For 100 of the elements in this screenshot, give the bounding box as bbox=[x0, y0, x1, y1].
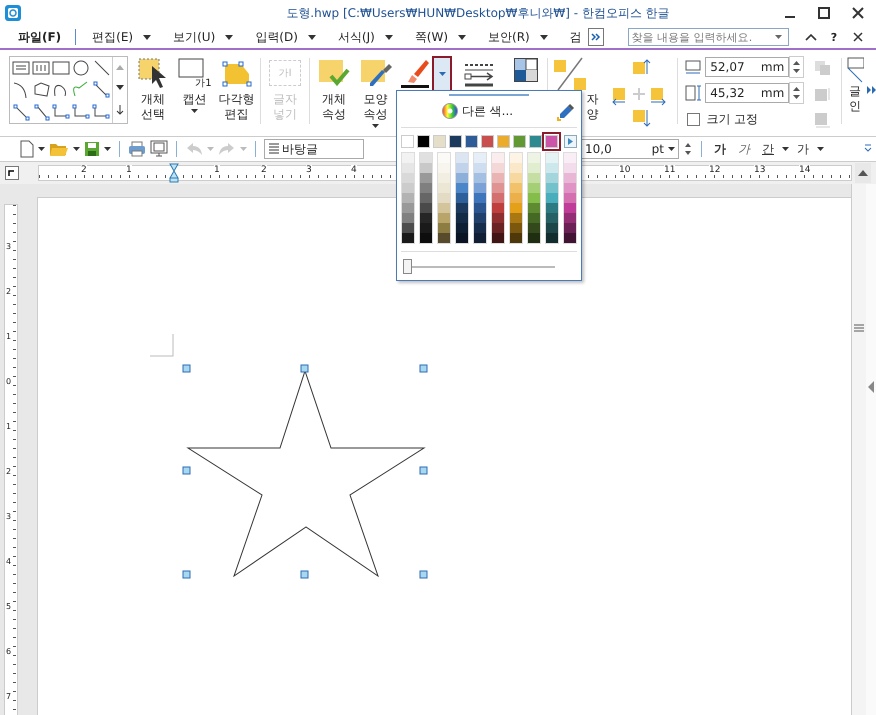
shade-swatch[interactable] bbox=[420, 213, 432, 223]
menu-item[interactable]: 보안(R) bbox=[482, 28, 536, 46]
shade-swatch[interactable] bbox=[492, 203, 504, 213]
color-swatch[interactable] bbox=[545, 135, 558, 148]
next-icon[interactable] bbox=[564, 135, 577, 148]
shade-swatch[interactable] bbox=[492, 233, 504, 243]
shade-swatch[interactable] bbox=[564, 203, 576, 213]
shade-swatch[interactable] bbox=[492, 183, 504, 193]
more-icon[interactable] bbox=[588, 28, 604, 46]
format-button[interactable]: 가 bbox=[793, 140, 813, 158]
shade-swatch[interactable] bbox=[456, 193, 468, 203]
shade-swatch[interactable] bbox=[420, 173, 432, 183]
shade-swatch[interactable] bbox=[456, 223, 468, 233]
shade-swatch[interactable] bbox=[510, 163, 522, 173]
side-tab-icon[interactable] bbox=[867, 380, 875, 392]
spinner-icon[interactable] bbox=[789, 82, 804, 104]
shade-swatch[interactable] bbox=[420, 183, 432, 193]
new-document-icon[interactable] bbox=[20, 140, 34, 158]
help-button[interactable]: ? bbox=[830, 30, 838, 44]
shade-swatch[interactable] bbox=[420, 203, 432, 213]
menu-item[interactable]: 서식(J) bbox=[332, 28, 381, 46]
menu-item[interactable]: 편집(E) bbox=[86, 28, 140, 46]
elbow-connector-icon[interactable] bbox=[92, 104, 110, 118]
shade-swatch[interactable] bbox=[474, 213, 486, 223]
resize-icon[interactable] bbox=[552, 56, 588, 92]
caret-icon[interactable] bbox=[143, 34, 152, 40]
selection-handle[interactable] bbox=[420, 570, 428, 578]
shade-swatch[interactable] bbox=[546, 163, 558, 173]
arc-icon[interactable] bbox=[14, 82, 26, 98]
elbow-connector-icon[interactable] bbox=[72, 104, 90, 118]
menu-item[interactable]: 쪽(W) bbox=[408, 28, 454, 46]
caret-icon[interactable] bbox=[38, 147, 45, 151]
shade-swatch[interactable] bbox=[456, 233, 468, 243]
shade-swatch[interactable] bbox=[438, 163, 450, 173]
selection-handle[interactable] bbox=[182, 466, 190, 474]
line-icon[interactable] bbox=[94, 60, 110, 76]
shade-swatch[interactable] bbox=[510, 233, 522, 243]
shade-swatch[interactable] bbox=[528, 233, 540, 243]
color-swatch[interactable] bbox=[433, 135, 446, 148]
connector-icon[interactable] bbox=[14, 104, 30, 120]
table-icon[interactable] bbox=[32, 62, 50, 74]
shade-swatch[interactable] bbox=[564, 233, 576, 243]
shade-swatch[interactable] bbox=[510, 203, 522, 213]
shade-swatch[interactable] bbox=[438, 233, 450, 243]
shade-swatch[interactable] bbox=[402, 153, 414, 163]
vertical-ruler[interactable]: 3 2 1 0 1 2 3 4 5 6 7 bbox=[4, 204, 18, 715]
shade-swatch[interactable] bbox=[474, 193, 486, 203]
close-icon[interactable] bbox=[853, 32, 864, 42]
more-icon[interactable] bbox=[867, 86, 876, 94]
ellipse-icon[interactable] bbox=[74, 60, 88, 76]
shade-swatch[interactable] bbox=[510, 173, 522, 183]
scroll-down-icon[interactable] bbox=[116, 84, 124, 90]
shade-swatch[interactable] bbox=[456, 203, 468, 213]
shade-swatch[interactable] bbox=[474, 163, 486, 173]
shade-swatch[interactable] bbox=[420, 233, 432, 243]
style-dropdown[interactable]: 바탕글 bbox=[264, 139, 364, 159]
shade-swatch[interactable] bbox=[546, 223, 558, 233]
shade-swatch[interactable] bbox=[438, 193, 450, 203]
selection-handle[interactable] bbox=[182, 364, 190, 372]
shade-swatch[interactable] bbox=[474, 183, 486, 193]
shade-swatch[interactable] bbox=[492, 173, 504, 183]
shade-swatch[interactable] bbox=[420, 163, 432, 173]
eyedropper-icon[interactable] bbox=[557, 103, 575, 121]
shade-swatch[interactable] bbox=[546, 193, 558, 203]
shade-swatch[interactable] bbox=[438, 153, 450, 163]
connector-icon[interactable] bbox=[94, 82, 110, 98]
format-button[interactable]: 가 bbox=[734, 140, 754, 158]
shade-swatch[interactable] bbox=[420, 153, 432, 163]
shade-swatch[interactable] bbox=[402, 183, 414, 193]
caret-icon[interactable] bbox=[104, 147, 111, 151]
caret-icon[interactable] bbox=[782, 147, 789, 151]
pencil-icon[interactable] bbox=[73, 82, 88, 96]
shade-swatch[interactable] bbox=[402, 233, 414, 243]
shade-swatch[interactable] bbox=[564, 163, 576, 173]
shade-swatch[interactable] bbox=[438, 223, 450, 233]
expand-icon[interactable] bbox=[116, 105, 124, 116]
line-style-icon[interactable] bbox=[464, 62, 494, 88]
selection-handle[interactable] bbox=[300, 364, 308, 372]
selection-handle[interactable] bbox=[300, 570, 308, 578]
shade-swatch[interactable] bbox=[528, 163, 540, 173]
preview-icon[interactable] bbox=[150, 140, 168, 158]
checkbox[interactable] bbox=[687, 112, 700, 126]
shade-swatch[interactable] bbox=[510, 153, 522, 163]
shade-swatch[interactable] bbox=[402, 223, 414, 233]
shade-swatch[interactable] bbox=[546, 173, 558, 183]
caret-icon[interactable] bbox=[308, 34, 316, 40]
indent-marker-icon[interactable] bbox=[169, 163, 179, 183]
color-swatch[interactable] bbox=[417, 135, 430, 148]
caret-icon[interactable] bbox=[540, 34, 548, 40]
shade-swatch[interactable] bbox=[492, 163, 504, 173]
scroll-up-icon[interactable] bbox=[858, 170, 868, 176]
shade-swatch[interactable] bbox=[456, 213, 468, 223]
shade-swatch[interactable] bbox=[546, 183, 558, 193]
more-colors-button[interactable]: 다른 색... bbox=[437, 102, 517, 120]
caret-icon[interactable] bbox=[774, 35, 782, 39]
save-icon[interactable] bbox=[84, 141, 100, 157]
shade-swatch[interactable] bbox=[492, 223, 504, 233]
spinner-icon[interactable] bbox=[683, 141, 693, 157]
shade-swatch[interactable] bbox=[420, 193, 432, 203]
text-wrap-icon[interactable] bbox=[846, 56, 864, 84]
